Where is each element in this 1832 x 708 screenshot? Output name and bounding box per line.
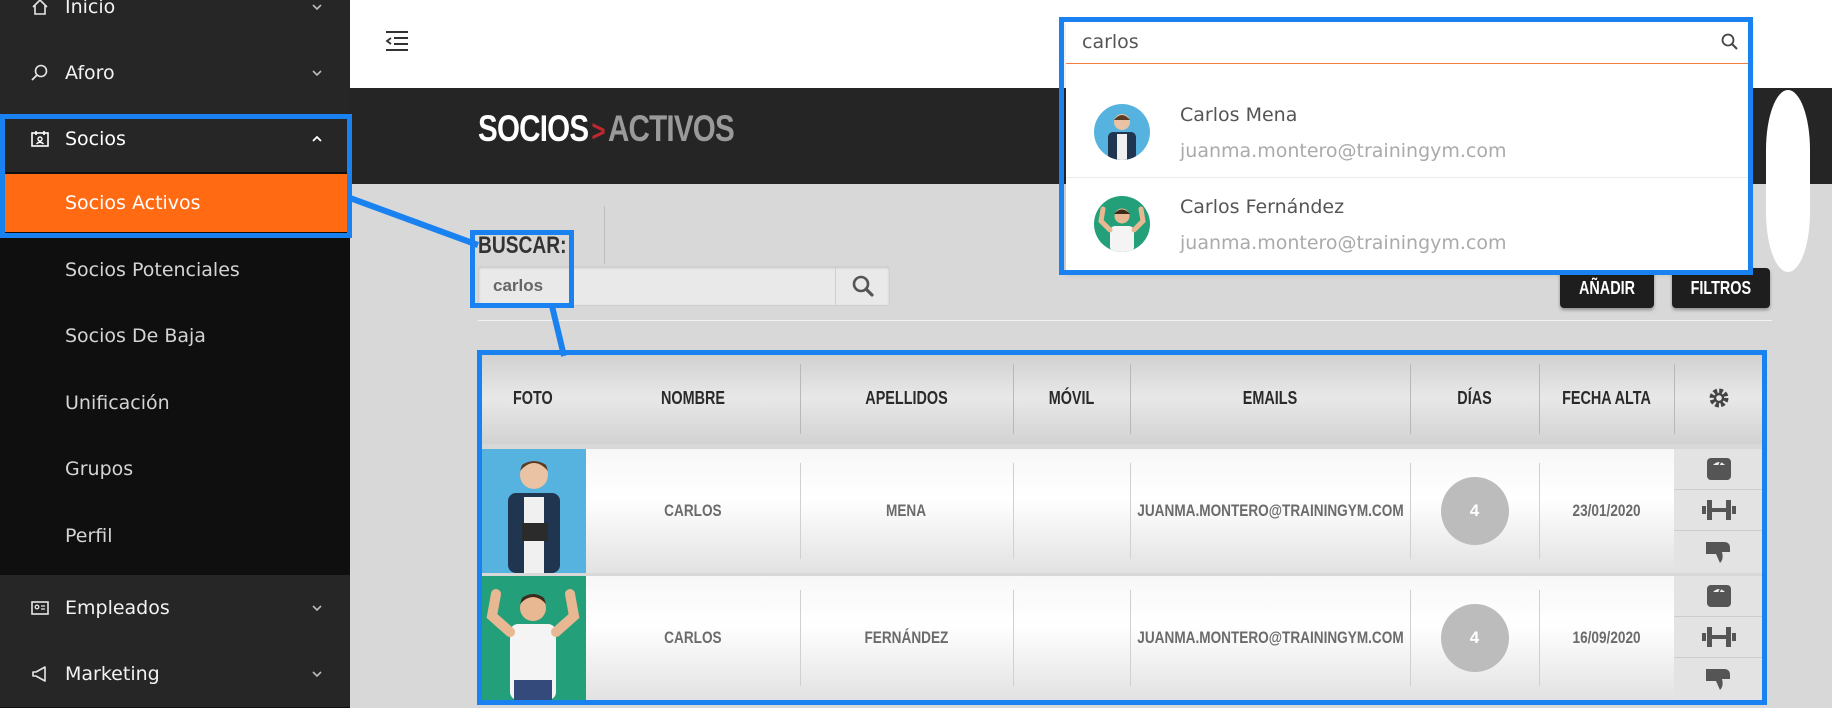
megaphone-icon (30, 664, 50, 684)
table-row[interactable]: CARLOS FERNÁNDEZ JUANMA.MONTERO@TRAINING… (480, 576, 1764, 700)
home-icon (30, 0, 50, 17)
avatar (1094, 104, 1150, 160)
sidebar-item-marketing[interactable]: Marketing (0, 641, 350, 707)
result-name: Carlos Mena (1180, 104, 1298, 126)
dropdown-search-field (1066, 20, 1750, 64)
column-header-apellidos[interactable]: APELLIDOS (800, 352, 1013, 444)
search-dropdown: Carlos Mena juanma.montero@trainingym.co… (1066, 20, 1750, 272)
cell-fecha-alta: 16/09/2020 (1572, 628, 1641, 647)
cell-email: JUANMA.MONTERO@TRAININGYM.COM (1136, 501, 1404, 520)
sidebar-subitem-socios-activos[interactable]: Socios Activos (0, 174, 350, 232)
member-photo (480, 449, 586, 573)
id-card-icon (30, 129, 50, 149)
settings-icon[interactable] (1674, 352, 1764, 444)
cell-apellidos: MENA (886, 501, 927, 520)
sidebar-subitem-label: Unificación (65, 392, 170, 414)
cell-movil (1013, 576, 1130, 700)
thumbs-down-icon[interactable] (1674, 658, 1764, 699)
sidebar-item-label: Aforo (65, 62, 115, 84)
cell-dias: 4 (1410, 449, 1539, 573)
chevron-down-icon (310, 601, 324, 615)
sidebar-subitem-grupos[interactable]: Grupos (0, 440, 350, 498)
dropdown-search-input[interactable] (1066, 20, 1706, 64)
days-badge: 4 (1440, 477, 1509, 545)
sidebar-item-label: Inicio (65, 0, 116, 18)
filters-button[interactable]: FILTROS (1672, 268, 1770, 308)
chevron-down-icon (310, 66, 324, 80)
search-icon[interactable] (1720, 32, 1740, 52)
column-header-dias[interactable]: DÍAS (1410, 352, 1539, 444)
sidebar-item-socios[interactable]: Socios (0, 106, 350, 172)
row-actions (1674, 576, 1764, 700)
cell-nombre: CARLOS (664, 628, 722, 647)
dumbbell-icon[interactable] (1674, 490, 1764, 531)
divider (478, 320, 1772, 321)
column-header-nombre[interactable]: NOMBRE (586, 352, 800, 444)
title-main: SOCIOS (478, 108, 589, 149)
filters-button-label: FILTROS (1690, 277, 1752, 298)
cell-fecha-alta: 23/01/2020 (1572, 501, 1641, 520)
search-label: BUSCAR: (478, 232, 567, 259)
breadcrumb-separator: > (591, 115, 606, 148)
result-name: Carlos Fernández (1180, 196, 1345, 218)
chevron-up-icon (310, 132, 324, 146)
add-button-label: AÑADIR (1579, 277, 1635, 298)
table-row[interactable]: CARLOS MENA JUANMA.MONTERO@TRAININGYM.CO… (480, 449, 1764, 573)
table-header: FOTO NOMBRE APELLIDOS MÓVIL EMAILS DÍAS … (480, 352, 1764, 444)
search-result-item[interactable]: Carlos Fernández juanma.montero@training… (1066, 178, 1750, 270)
sidebar-subitem-unificacion[interactable]: Unificación (0, 374, 350, 432)
dumbbell-icon[interactable] (1674, 617, 1764, 658)
column-header-movil[interactable]: MÓVIL (1013, 352, 1130, 444)
add-button[interactable]: AÑADIR (1560, 268, 1654, 308)
search-icon (852, 275, 874, 297)
scroll-handle (1766, 90, 1810, 272)
avatar (1094, 196, 1150, 252)
search-result-item[interactable]: Carlos Mena juanma.montero@trainingym.co… (1066, 86, 1750, 178)
sidebar-item-empleados[interactable]: Empleados (0, 575, 350, 641)
sidebar-subitem-label: Perfil (65, 525, 113, 547)
menu-collapse-icon[interactable] (384, 28, 410, 54)
thumbs-down-icon[interactable] (1674, 531, 1764, 572)
search-input[interactable] (479, 267, 835, 305)
chevron-down-icon (310, 667, 324, 681)
sidebar-subitem-label: Socios Activos (65, 192, 201, 214)
page-title: SOCIOS >ACTIVOS (478, 108, 735, 150)
member-photo (480, 576, 586, 700)
sidebar-subitem-socios-de-baja[interactable]: Socios De Baja (0, 307, 350, 365)
sidebar-subitem-label: Socios De Baja (65, 325, 206, 347)
search-field (478, 266, 890, 306)
sidebar-item-label: Marketing (65, 663, 160, 685)
title-sub: ACTIVOS (607, 108, 735, 149)
row-actions (1674, 449, 1764, 573)
cell-nombre: CARLOS (664, 501, 722, 520)
sidebar-subitem-label: Socios Potenciales (65, 259, 240, 281)
sidebar-item-inicio[interactable]: Inicio (0, 0, 350, 40)
column-header-fecha-alta[interactable]: FECHA ALTA (1539, 352, 1674, 444)
sidebar-subitem-socios-potenciales[interactable]: Socios Potenciales (0, 241, 350, 299)
result-email: juanma.montero@trainingym.com (1180, 232, 1507, 254)
search-icon (30, 63, 50, 83)
sidebar-item-label: Empleados (65, 597, 170, 619)
divider (604, 206, 605, 264)
id-card-icon (30, 598, 50, 618)
result-email: juanma.montero@trainingym.com (1180, 140, 1507, 162)
column-header-emails[interactable]: EMAILS (1130, 352, 1410, 444)
sidebar: Inicio Aforo Socios Socios Activos Socio… (0, 0, 350, 708)
sidebar-subitem-perfil[interactable]: Perfil (0, 507, 350, 565)
scale-icon[interactable] (1674, 449, 1764, 490)
cell-movil (1013, 449, 1130, 573)
sidebar-item-label: Socios (65, 128, 126, 150)
cell-dias: 4 (1410, 576, 1539, 700)
chevron-down-icon (310, 0, 324, 14)
sidebar-item-aforo[interactable]: Aforo (0, 40, 350, 106)
cell-apellidos: FERNÁNDEZ (864, 628, 949, 647)
cell-email: JUANMA.MONTERO@TRAININGYM.COM (1136, 628, 1404, 647)
search-button[interactable] (835, 267, 889, 305)
column-header-foto[interactable]: FOTO (480, 352, 586, 444)
scale-icon[interactable] (1674, 576, 1764, 617)
days-badge: 4 (1440, 604, 1509, 672)
members-table: FOTO NOMBRE APELLIDOS MÓVIL EMAILS DÍAS … (480, 352, 1764, 701)
sidebar-subitem-label: Grupos (65, 458, 134, 480)
